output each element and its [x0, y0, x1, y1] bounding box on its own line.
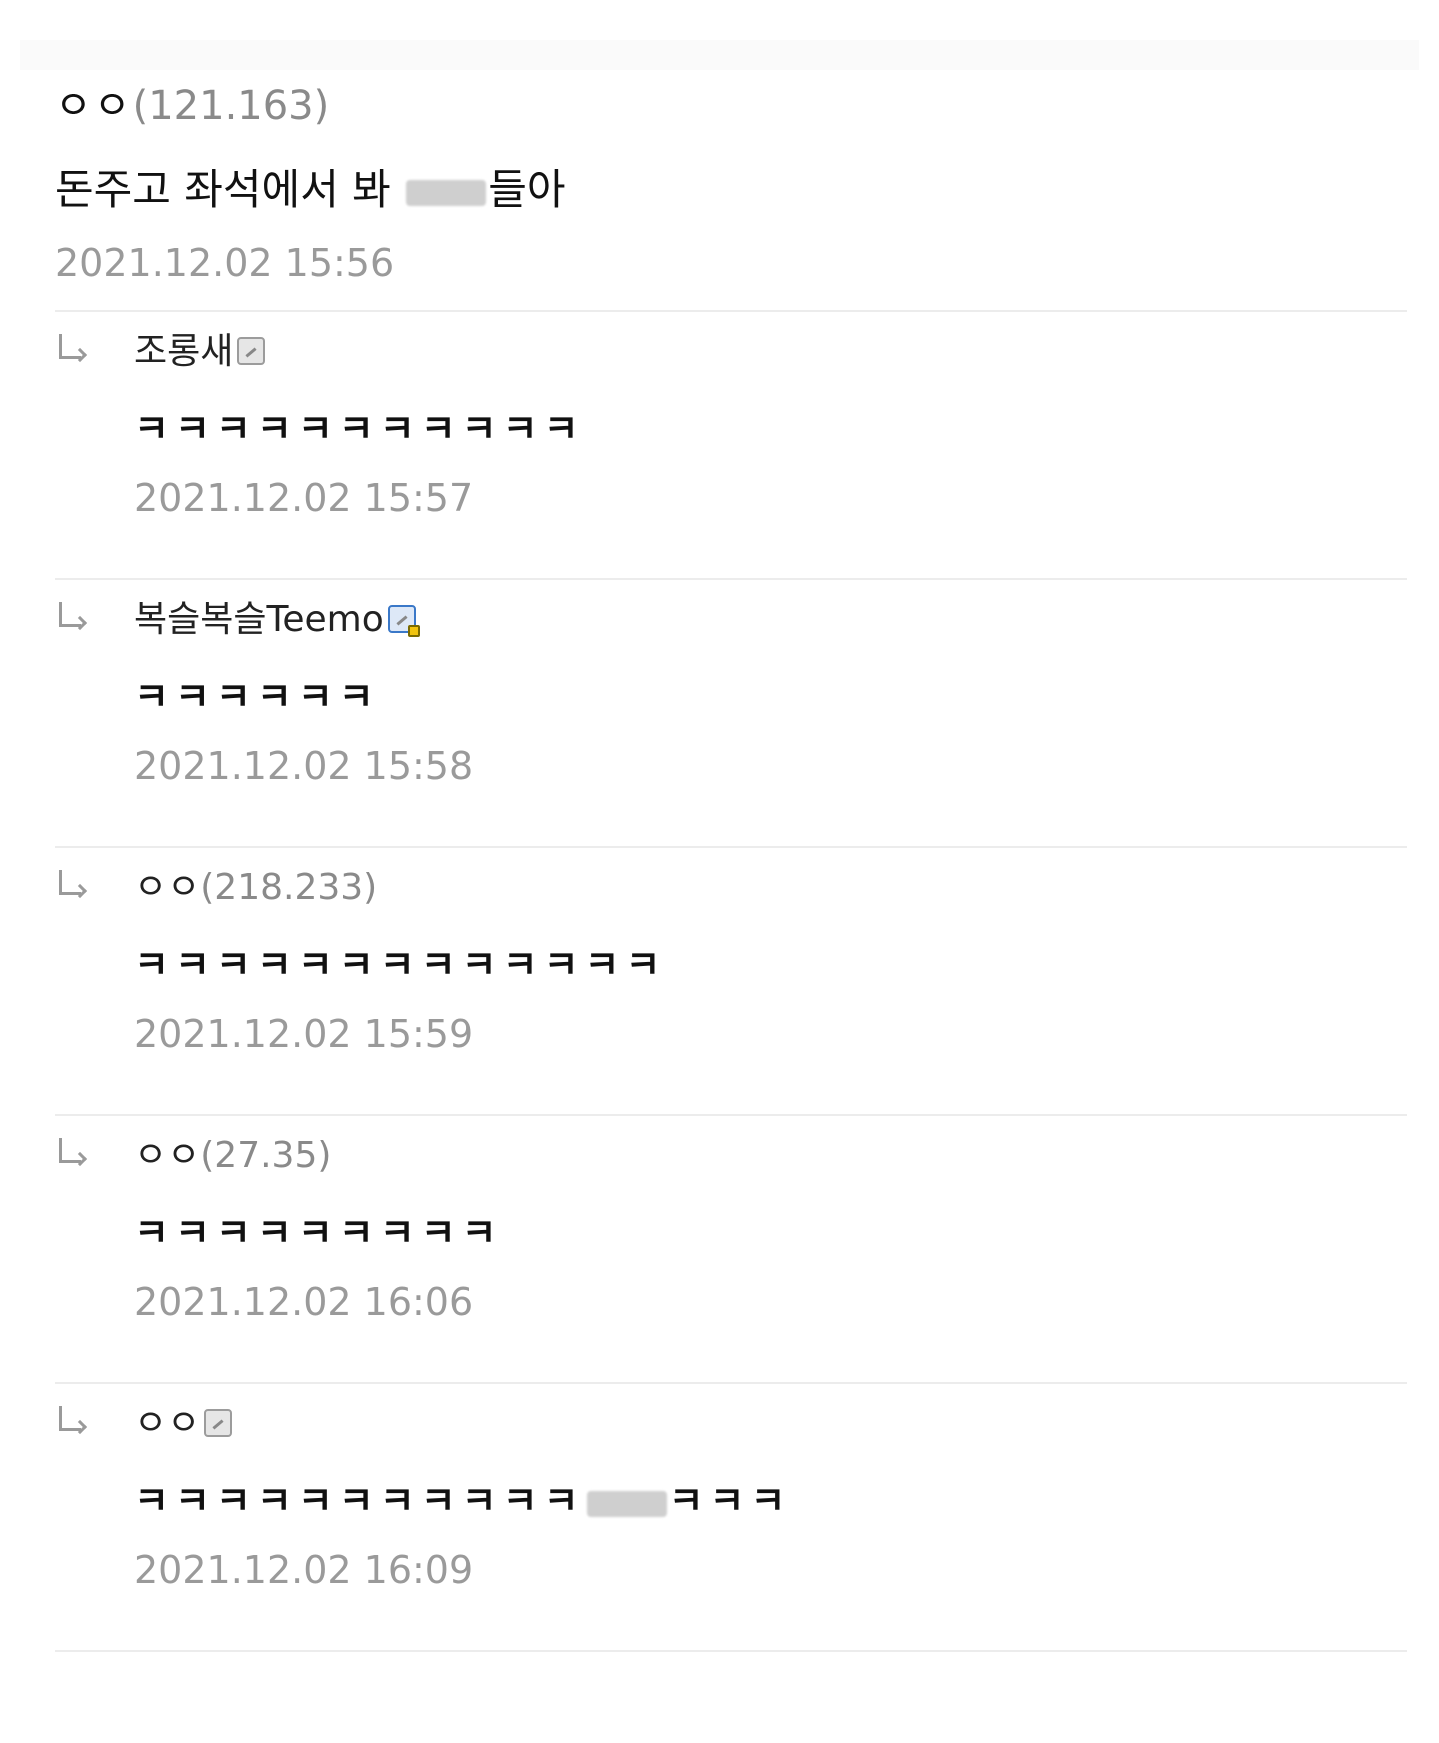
- comment-thread: ㅇㅇ(121.163) 돈주고 좌석에서 봐 들아 2021.12.02 15:…: [55, 70, 1407, 1652]
- reply-arrow-icon: [59, 870, 88, 900]
- nickname[interactable]: ㅇㅇ: [55, 83, 133, 129]
- reply-text-part: ㅋㅋㅋ: [668, 1479, 792, 1523]
- nickname[interactable]: 복슬복슬Teemo: [134, 599, 384, 640]
- ip-address: (27.35): [200, 1135, 332, 1176]
- gallog-icon[interactable]: [204, 1409, 233, 1437]
- reply-text: ㅋㅋㅋㅋㅋㅋ: [134, 675, 380, 719]
- reply-author[interactable]: ㅇㅇ(218.233): [134, 860, 1407, 916]
- nickname[interactable]: 조롱새: [134, 331, 233, 372]
- reply-date: 2021.12.02 15:58: [134, 744, 474, 788]
- reply-arrow-icon: [59, 334, 88, 364]
- nickname[interactable]: ㅇㅇ: [134, 1403, 200, 1444]
- reply-date: 2021.12.02 15:59: [134, 1012, 474, 1056]
- header-strip: [20, 40, 1419, 70]
- reply: 조롱새 ㅋㅋㅋㅋㅋㅋㅋㅋㅋㅋㅋ 2021.12.02 15:57: [55, 312, 1407, 580]
- reply-author[interactable]: 복슬복슬Teemo: [134, 592, 1407, 648]
- reply-date: 2021.12.02 15:57: [134, 476, 474, 520]
- comment-author[interactable]: ㅇㅇ(121.163): [55, 76, 1407, 136]
- redaction-blur: [586, 1490, 667, 1517]
- reply: ㅇㅇ(27.35) ㅋㅋㅋㅋㅋㅋㅋㅋㅋ 2021.12.02 16:06: [55, 1116, 1407, 1384]
- comment-date: 2021.12.02 15:56: [55, 241, 395, 285]
- nickname[interactable]: ㅇㅇ: [134, 867, 200, 908]
- reply-author[interactable]: ㅇㅇ: [134, 1396, 1407, 1452]
- reply-date: 2021.12.02 16:09: [134, 1548, 474, 1592]
- reply: ㅇㅇ(218.233) ㅋㅋㅋㅋㅋㅋㅋㅋㅋㅋㅋㅋㅋ 2021.12.02 15:…: [55, 848, 1407, 1116]
- reply-date: 2021.12.02 16:06: [134, 1280, 474, 1324]
- reply-arrow-icon: [59, 602, 88, 632]
- reply-author[interactable]: ㅇㅇ(27.35): [134, 1128, 1407, 1184]
- nickname[interactable]: ㅇㅇ: [134, 1135, 200, 1176]
- comment-text-part: 들아: [488, 165, 566, 214]
- reply-text: ㅋㅋㅋㅋㅋㅋㅋㅋㅋㅋㅋㅋㅋ: [134, 943, 667, 987]
- reply-text: ㅋㅋㅋㅋㅋㅋㅋㅋㅋㅋㅋ: [134, 407, 585, 451]
- fixed-nick-icon[interactable]: [387, 605, 420, 637]
- comment: ㅇㅇ(121.163) 돈주고 좌석에서 봐 들아 2021.12.02 15:…: [55, 70, 1407, 312]
- reply-arrow-icon: [59, 1138, 88, 1168]
- reply-text: ㅋㅋㅋㅋㅋㅋㅋㅋㅋ: [134, 1211, 503, 1255]
- reply-text: ㅋㅋㅋㅋㅋㅋㅋㅋㅋㅋㅋ ㅋㅋㅋ: [134, 1474, 1407, 1528]
- gallog-icon[interactable]: [237, 337, 266, 365]
- ip-address: (218.233): [200, 867, 378, 908]
- comment-text: 돈주고 좌석에서 봐 들아: [55, 162, 1407, 218]
- reply-arrow-icon: [59, 1406, 88, 1436]
- reply-author[interactable]: 조롱새: [134, 324, 1407, 380]
- ip-address: (121.163): [132, 83, 330, 129]
- redaction-blur: [406, 179, 487, 206]
- comment-text-part: 돈주고 좌석에서 봐: [55, 165, 405, 214]
- reply: 복슬복슬Teemo ㅋㅋㅋㅋㅋㅋ 2021.12.02 15:58: [55, 580, 1407, 848]
- reply-text-part: ㅋㅋㅋㅋㅋㅋㅋㅋㅋㅋㅋ: [134, 1479, 585, 1523]
- reply: ㅇㅇ ㅋㅋㅋㅋㅋㅋㅋㅋㅋㅋㅋ ㅋㅋㅋ 2021.12.02 16:09: [55, 1384, 1407, 1652]
